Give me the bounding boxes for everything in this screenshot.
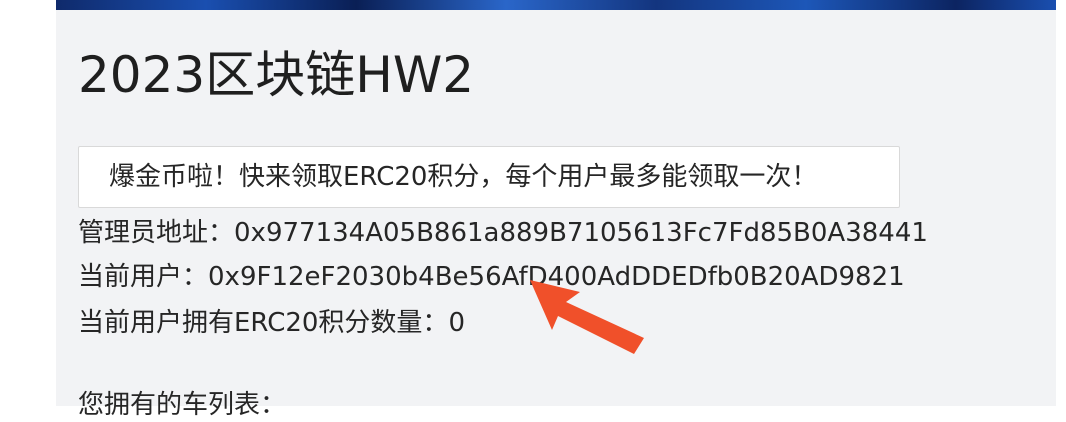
current-user-label: 当前用户：	[78, 262, 209, 292]
car-list-heading: 您拥有的车列表：	[78, 390, 287, 420]
current-user-line: 当前用户：0x9F12eF2030b4Be56AfD400AdDDEDfb0B2…	[78, 260, 905, 294]
erc20-balance-line: 当前用户拥有ERC20积分数量：0	[78, 306, 465, 340]
claim-erc20-button[interactable]: 爆金币啦！快来领取ERC20积分，每个用户最多能领取一次！	[78, 146, 900, 208]
erc20-balance-label: 当前用户拥有ERC20积分数量：	[78, 308, 449, 338]
admin-address-label: 管理员地址：	[78, 218, 235, 248]
banner-image-strip	[56, 0, 1056, 10]
admin-address-line: 管理员地址：0x977134A05B861a889B7105613Fc7Fd85…	[78, 216, 928, 250]
arrow-icon	[530, 280, 644, 354]
admin-address-value: 0x977134A05B861a889B7105613Fc7Fd85B0A384…	[234, 218, 928, 248]
erc20-balance-value: 0	[448, 308, 465, 338]
page-title: 2023区块链HW2	[78, 46, 475, 104]
